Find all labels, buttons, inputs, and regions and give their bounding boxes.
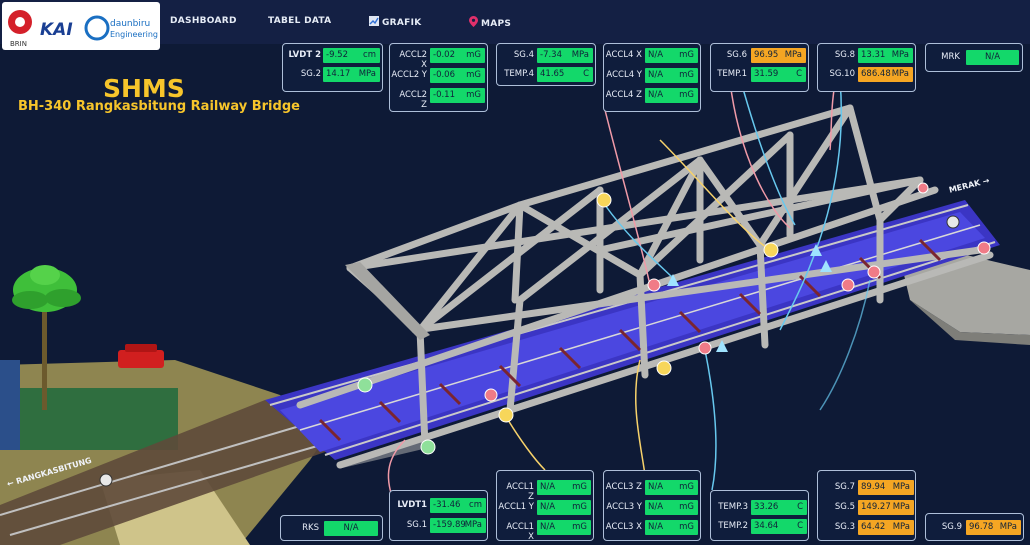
nav-grafik[interactable]: GRAFIK [369,16,422,28]
sensor-row-sg2: SG.2 14.17 MPa [283,66,382,83]
sensor-value-accl3z: N/A mG [645,480,698,495]
sensor-value-sg3: 64.42 MPa [858,520,914,535]
partner-logos: BRIN KAI daunbiru Engineering [2,2,160,50]
displacement-marker-icon [99,473,113,487]
daunbiru-logo-icon [84,15,110,41]
sensor-value-sg8: 13.31 MPa [858,48,913,63]
palm-tree [42,300,47,410]
sensor-value-accl4z: N/A mG [645,88,698,103]
lvdt-marker-icon [420,439,436,455]
sensor-value-accl1y: N/A mG [537,500,591,515]
sensor-value-accl4y: N/A mG [645,68,698,83]
strain-gauge-marker-icon [867,265,881,279]
nav-tabel-data[interactable]: TABEL DATA [268,16,331,26]
strain-gauge-marker-icon [484,388,498,402]
nav-maps[interactable]: MAPS [469,16,511,29]
sensor-value-sg2: 14.17 MPa [323,67,380,82]
engineering-text: Engineering [110,30,158,39]
panel-accl3[interactable]: ACCL3 Z N/A mG ACCL3 Y N/A mG ACCL3 X N/A m… [603,470,701,541]
sensor-value-accl3x: N/A mG [645,520,698,535]
sensor-value-accl2z: -0.11 mG [430,88,485,103]
sensor-value-sg5: 149.27 MPa [858,500,914,515]
sensor-value-accl2y: -0.06 mG [430,68,485,83]
left-fence [8,388,178,450]
strain-gauge-marker-icon [698,341,712,355]
top-nav: BRIN KAI daunbiru Engineering DASHBOARD … [0,0,1030,50]
sensor-value-accl1x: N/A mG [537,520,591,535]
panel-lvdt1-sg1[interactable]: LVDT1 -31.46 cm SG.1 -159.89 MPa [389,490,488,541]
panel-accl2[interactable]: ACCL2 X -0.02 mG ACCL2 Y -0.06 mG ACCL2 Z … [389,43,488,112]
sensor-value-accl4x: N/A mG [645,48,698,63]
accelerometer-marker-icon [596,192,612,208]
sensor-value-temp2: 34.64 C [751,519,807,534]
sensor-value-temp3: 33.26 C [751,500,807,515]
sensor-value-lvdt2: -9.52 cm [323,48,380,63]
panel-rks[interactable]: RKS N/A [280,515,383,541]
sensor-value-temp1: 31.59 C [751,67,806,82]
sensor-value-sg9: 96.78 MPa [966,520,1021,535]
sensor-value-rks: N/A [324,521,378,536]
accelerometer-marker-icon [656,360,672,376]
accelerometer-marker-icon [498,407,514,423]
strain-gauge-marker-icon [841,278,855,292]
sensor-value-sg7: 89.94 MPa [858,480,914,495]
daunbiru-text: daunbiru [110,19,150,29]
chart-icon [369,16,379,26]
sensor-value-sg10: 686.48 MPa [858,67,913,82]
panel-mrk[interactable]: MRK N/A [925,43,1023,72]
nav-dashboard[interactable]: DASHBOARD [170,16,237,26]
map-pin-icon [469,16,478,27]
lvdt-marker-icon [357,377,373,393]
sensor-value-accl2x: -0.02 mG [430,48,485,63]
panel-accl4[interactable]: ACCL4 X N/A mG ACCL4 Y N/A mG ACCL4 Z N/A m… [603,43,701,112]
panel-sg4-temp4[interactable]: SG.4 -7.34 MPa TEMP.4 41.65 C [496,43,596,86]
panel-accl1[interactable]: ACCL1 Z N/A mG ACCL1 Y N/A mG ACCL1 X N/A m… [496,470,594,542]
page-subtitle: BH-340 Rangkasbitung Railway Bridge [18,99,300,114]
panel-sg7-sg5-sg3[interactable]: SG.7 89.94 MPa SG.5 149.27 MPa SG.3 64.42 M… [817,470,916,541]
sensor-value-temp4: 41.65 C [537,67,593,82]
panel-sg6-temp1[interactable]: SG.6 96.95 MPa TEMP.1 31.59 C [710,43,809,92]
logo-graphic: BRIN KAI daunbiru Engineering [8,10,158,48]
strain-gauge-marker-icon [977,241,991,255]
sensor-value-sg4: -7.34 MPa [537,48,593,63]
panel-lvdt2-sg2[interactable]: LVDT 2 -9.52 cm SG.2 14.17 MPa [282,43,383,92]
panel-sg8-sg10[interactable]: SG.8 13.31 MPa SG.10 686.48 MPa [817,43,916,92]
kai-text: KAI [40,20,73,40]
red-cart [118,350,164,368]
displacement-marker-icon [946,215,960,229]
sensor-value-sg6: 96.95 MPa [751,48,806,63]
panel-temp3-temp2[interactable]: TEMP.3 33.26 C TEMP.2 34.64 C [710,490,809,541]
sensor-value-lvdt1: -31.46 cm [430,498,486,513]
sensor-value-accl3y: N/A mG [645,500,698,515]
panel-sg9[interactable]: SG.9 96.78 MPa [925,513,1024,541]
strain-gauge-marker-icon [647,278,661,292]
sensor-value-sg1: -159.89 MPa [430,518,486,533]
sensor-value-accl1z: N/A mG [537,480,591,495]
sensor-value-mrk: N/A [966,50,1019,65]
accelerometer-marker-icon [763,242,779,258]
sensor-row-lvdt2: LVDT 2 -9.52 cm [283,47,382,64]
strain-gauge-marker-icon [917,182,929,194]
